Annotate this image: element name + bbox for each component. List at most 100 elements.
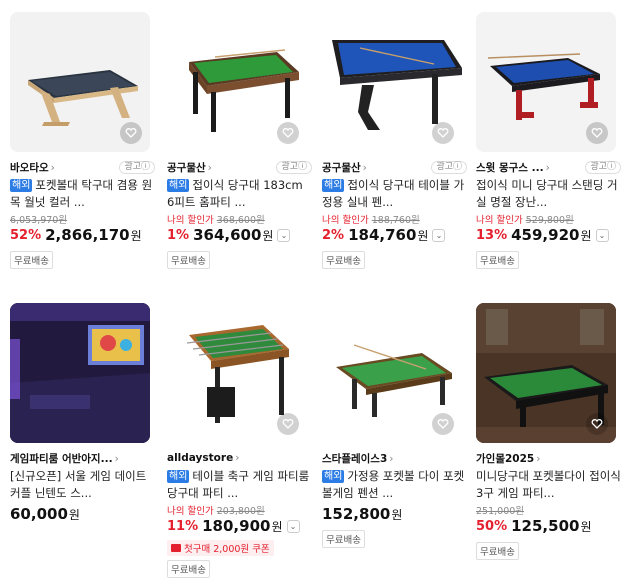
sale-price: 180,900: [202, 517, 271, 535]
sale-price: 60,000: [10, 505, 68, 523]
my-discount-label: 나의 할인가: [322, 215, 369, 226]
ad-badge[interactable]: 광고ⓘ: [119, 160, 155, 174]
coupon-icon: [171, 544, 181, 552]
price-row: 13% 459,920 원 ⌄: [476, 225, 621, 245]
product-image[interactable]: [322, 12, 462, 152]
free-shipping-badge: 무료배송: [322, 251, 365, 269]
store-name[interactable]: 게임파티룸 어반아지... ›: [10, 451, 119, 466]
currency-unit: 원: [271, 519, 283, 534]
store-name[interactable]: 가인몰2025 ›: [476, 451, 540, 466]
sale-price: 125,500: [511, 517, 580, 535]
original-price-row: 6,053,970원: [10, 212, 155, 226]
chevron-down-icon[interactable]: ⌄: [277, 228, 291, 242]
ad-badge[interactable]: 광고ⓘ: [276, 160, 312, 174]
original-price: 529,800원: [525, 215, 574, 226]
price-row: 50% 125,500 원: [476, 516, 621, 536]
product-title[interactable]: 해외 포켓볼대 탁구대 겸용 원목 월넛 컬러 ...: [10, 177, 155, 211]
currency-unit: 원: [391, 507, 403, 522]
original-price-row: 251,000원: [476, 503, 621, 517]
overseas-badge: 해외: [167, 470, 190, 483]
product-title[interactable]: 해외 가정용 포켓볼 다이 포켓볼게임 펜션 ...: [322, 468, 467, 502]
original-price: 6,053,970원: [10, 215, 68, 226]
product-title[interactable]: [신규오픈] 서울 게임 데이트 커플 닌텐도 스...: [10, 468, 155, 502]
price-row: 1% 364,600 원 ⌄: [167, 225, 312, 245]
sale-price: 152,800: [322, 505, 391, 523]
wishlist-heart-icon[interactable]: [586, 413, 608, 435]
original-price: 203,800원: [216, 506, 265, 517]
original-price-row: 나의 할인가 529,800원: [476, 212, 621, 226]
my-discount-label: 나의 할인가: [167, 506, 214, 517]
overseas-badge: 해외: [167, 179, 190, 192]
product-image[interactable]: [476, 303, 616, 443]
chevron-down-icon[interactable]: ⌄: [432, 228, 446, 242]
ad-badge[interactable]: 광고ⓘ: [585, 160, 621, 174]
product-image[interactable]: [476, 12, 616, 152]
product-title[interactable]: 미니당구대 포켓볼다이 접이식 3구 게임 파티...: [476, 468, 621, 502]
price-row: 60,000 원: [10, 504, 155, 524]
product-image[interactable]: [167, 12, 307, 152]
product-title[interactable]: 해외 접이식 당구대 테이블 가정용 실내 펜...: [322, 177, 467, 211]
currency-unit: 원: [68, 507, 80, 522]
wishlist-heart-icon[interactable]: [432, 413, 454, 435]
product-title[interactable]: 해외 테이블 축구 게임 파티룸 당구대 파티 ...: [167, 468, 312, 502]
discount-rate: 52%: [10, 227, 42, 243]
original-price: 188,760원: [371, 215, 420, 226]
currency-unit: 원: [130, 228, 142, 243]
original-price: 368,600원: [216, 215, 265, 226]
store-name[interactable]: 공구물산 ›: [322, 160, 367, 175]
store-name[interactable]: 바오타오 ›: [10, 160, 55, 175]
my-discount-label: 나의 할인가: [167, 215, 214, 226]
discount-rate: 11%: [167, 518, 199, 534]
discount-rate: 50%: [476, 518, 508, 534]
original-price-row: 나의 할인가 203,800원: [167, 503, 312, 517]
discount-rate: 2%: [322, 227, 345, 243]
sale-price: 364,600: [193, 226, 262, 244]
store-name[interactable]: 스타플레이스3 ›: [322, 451, 393, 466]
discount-rate: 1%: [167, 227, 190, 243]
free-shipping-badge: 무료배송: [10, 251, 53, 269]
sale-price: 2,866,170: [45, 226, 130, 244]
coupon-badge[interactable]: 첫구매 2,000원 쿠폰: [167, 540, 274, 556]
original-price: 251,000원: [476, 506, 525, 517]
sale-price: 459,920: [511, 226, 580, 244]
wishlist-heart-icon[interactable]: [277, 413, 299, 435]
chevron-down-icon[interactable]: ⌄: [286, 519, 300, 533]
price-row: 152,800 원: [322, 504, 467, 524]
product-title[interactable]: 해외 접이식 당구대 183cm 6피트 홈파티 ...: [167, 177, 312, 211]
product-image[interactable]: [167, 303, 307, 443]
price-row: 2% 184,760 원 ⌄: [322, 225, 467, 245]
free-shipping-badge: 무료배송: [167, 251, 210, 269]
wishlist-heart-icon[interactable]: [277, 122, 299, 144]
wishlist-heart-icon[interactable]: [432, 122, 454, 144]
free-shipping-badge: 무료배송: [476, 542, 519, 560]
overseas-badge: 해외: [322, 179, 345, 192]
overseas-badge: 해외: [322, 470, 345, 483]
sale-price: 184,760: [348, 226, 417, 244]
wishlist-heart-icon[interactable]: [120, 122, 142, 144]
currency-unit: 원: [262, 228, 274, 243]
overseas-badge: 해외: [10, 179, 33, 192]
currency-unit: 원: [580, 228, 592, 243]
product-image[interactable]: [10, 303, 150, 443]
ad-badge[interactable]: 광고ⓘ: [431, 160, 467, 174]
my-discount-label: 나의 할인가: [476, 215, 523, 226]
original-price-row: 나의 할인가 188,760원: [322, 212, 467, 226]
store-name[interactable]: 스윗 몽구스 ... ›: [476, 160, 550, 175]
discount-rate: 13%: [476, 227, 508, 243]
wishlist-heart-icon[interactable]: [586, 122, 608, 144]
price-row: 52% 2,866,170 원: [10, 225, 155, 245]
store-name[interactable]: 공구물산 ›: [167, 160, 212, 175]
free-shipping-badge: 무료배송: [322, 530, 365, 548]
currency-unit: 원: [417, 228, 429, 243]
price-row: 11% 180,900 원 ⌄: [167, 516, 312, 536]
store-name[interactable]: alldaystore ›: [167, 452, 239, 464]
original-price-row: 나의 할인가 368,600원: [167, 212, 312, 226]
free-shipping-badge: 무료배송: [476, 251, 519, 269]
product-image[interactable]: [322, 303, 462, 443]
product-title[interactable]: 접이식 미니 당구대 스탠딩 거실 명절 장난...: [476, 177, 621, 211]
free-shipping-badge: 무료배송: [167, 560, 210, 578]
product-grid: 바오타오 › 광고ⓘ 해외 포켓볼대 탁구대 겸용 원목 월넛 컬러 ... 6,0…: [0, 0, 625, 584]
currency-unit: 원: [580, 519, 592, 534]
product-image[interactable]: [10, 12, 150, 152]
chevron-down-icon[interactable]: ⌄: [595, 228, 609, 242]
